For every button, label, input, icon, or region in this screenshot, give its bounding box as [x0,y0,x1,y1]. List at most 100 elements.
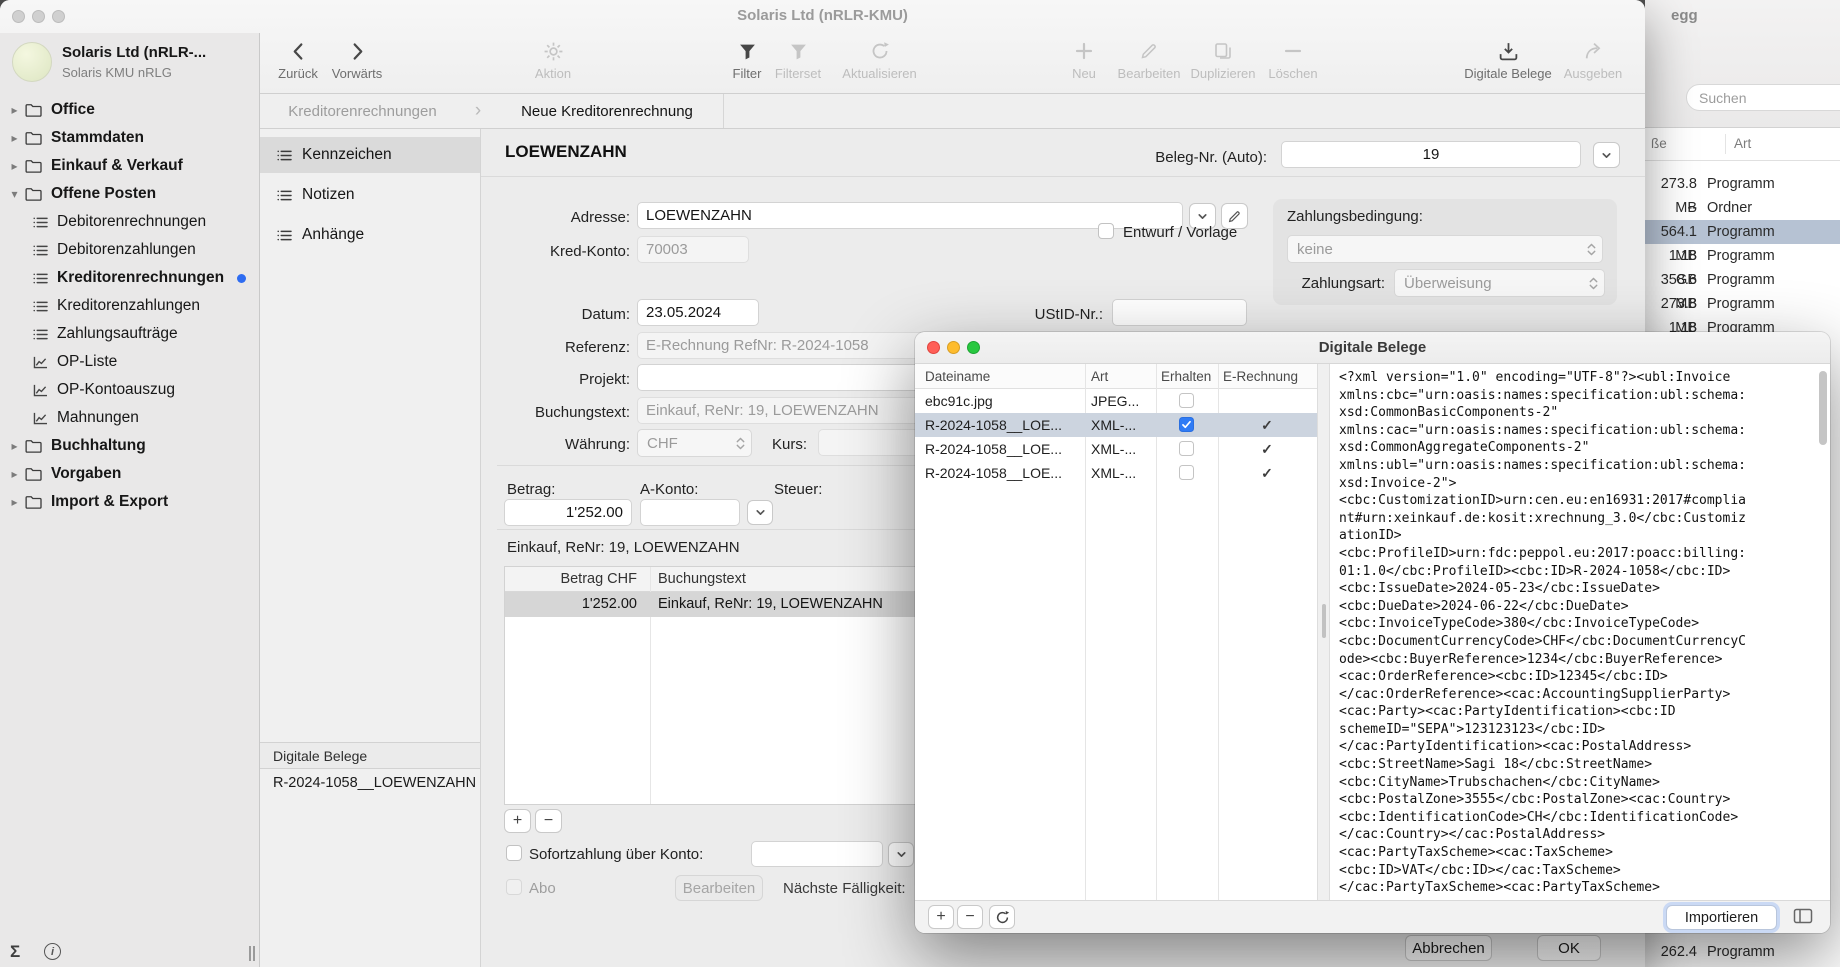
sidebar-item-zahlungsauftraege[interactable]: Zahlungsaufträge [0,320,259,348]
refresh-button[interactable] [989,905,1015,929]
sidebar-resize-handle[interactable] [249,946,255,961]
entwurf-vorlage-checkbox[interactable] [1098,223,1114,239]
table-row[interactable]: R-2024-1058__LOE... XML-... [915,461,1317,485]
toolbar-button-digitale-belege[interactable]: Digitale Belege [1453,38,1563,81]
remove-file-button[interactable] [957,905,983,929]
file-row-selected[interactable]: 564.1 MBProgramm [1645,220,1840,244]
button-label: Importieren [1685,910,1758,926]
file-row[interactable]: 1.18 GBProgramm [1645,244,1840,268]
file-row[interactable]: --Ordner [1645,196,1840,220]
background-window-title: egg [1671,7,1698,24]
sidebar-item-op-kontoauszug[interactable]: OP-Kontoauszug [0,376,259,404]
add-file-button[interactable] [928,905,954,929]
add-position-button[interactable] [504,809,531,833]
sidebar-item-debitorenrechnungen[interactable]: Debitorenrechnungen [0,208,259,236]
section-item-notizen[interactable]: Notizen [260,177,480,213]
column-dateiname[interactable]: Dateiname [925,364,990,389]
zahlungsbedingung-group: Zahlungsbedingung: keine Zahlungsart: Üb… [1273,199,1617,305]
unsaved-indicator-dot [237,274,246,283]
abo-checkbox[interactable] [506,879,522,895]
disclosure-triangle-icon[interactable] [6,495,23,509]
bearbeiten-button[interactable]: Bearbeiten [675,875,763,901]
section-item-kennzeichen[interactable]: Kennzeichen [260,137,480,173]
sidebar-item-kreditorenzahlungen[interactable]: Kreditorenzahlungen [0,292,259,320]
column-art[interactable]: Art [1734,136,1751,151]
a-konto-field[interactable] [640,499,740,526]
section-item-anhaenge[interactable]: Anhänge [260,217,480,253]
disclosure-triangle-icon[interactable] [6,467,23,481]
beleg-nr-dropdown-button[interactable] [1593,142,1620,168]
file-row[interactable]: 273.8 MBProgramm [1645,292,1840,316]
betrag-field[interactable]: 1'252.00 [504,499,632,526]
column-erhalten[interactable]: Erhalten [1161,364,1211,389]
zahlungsbedingung-label: Zahlungsbedingung: [1287,208,1423,225]
remove-position-button[interactable] [535,809,562,833]
erhalten-checkbox[interactable] [1179,393,1194,408]
table-row[interactable]: R-2024-1058__LOE... XML-... [915,437,1317,461]
erhalten-checkbox[interactable] [1179,465,1194,480]
sofortzahlung-dropdown-button[interactable] [888,842,914,867]
file-row[interactable]: 273.8 MBProgramm [1645,172,1840,196]
cancel-button[interactable]: Abbrechen [1405,935,1492,961]
sidebar-item-buchhaltung[interactable]: Buchhaltung [0,432,259,460]
ustid-field[interactable] [1112,299,1247,326]
toolbar-button-filterset[interactable]: Filterset [760,38,836,81]
sofortzahlung-konto-field[interactable] [751,841,883,867]
sidebar-item-office[interactable]: Office [0,96,259,124]
column-buchungstext[interactable]: Buchungstext [658,567,746,592]
zahlungsbedingung-select[interactable]: keine [1287,235,1603,263]
beleg-nr-field[interactable]: 19 [1281,141,1581,168]
dialog-footer: Importieren [915,900,1830,933]
column-betrag-chf[interactable]: Betrag CHF [505,567,645,592]
toolbar-button-bearbeiten[interactable]: Bearbeiten [1107,38,1191,81]
disclosure-triangle-icon[interactable] [6,187,23,201]
sidebar-item-vorgaben[interactable]: Vorgaben [0,460,259,488]
disclosure-triangle-icon[interactable] [6,159,23,173]
toolbar-button-loeschen[interactable]: Löschen [1251,38,1335,81]
sidebar-item-import-export[interactable]: Import & Export [0,488,259,516]
sidebar-item-offene-posten[interactable]: Offene Posten [0,180,259,208]
erhalten-checkbox-checked[interactable] [1179,417,1194,432]
table-row[interactable]: ebc91c.jpg JPEG... [915,389,1317,413]
zahlungsart-select[interactable]: Überweisung [1394,269,1605,297]
sidebar-item-debitorenzahlungen[interactable]: Debitorenzahlungen [0,236,259,264]
info-icon[interactable] [44,943,61,960]
betrag-value: 1'252.00 [566,504,623,521]
tab-kreditorenrechnungen[interactable]: Kreditorenrechnungen [260,103,465,120]
sidebar-item-einkauf-verkauf[interactable]: Einkauf & Verkauf [0,152,259,180]
sidebar-item-op-liste[interactable]: OP-Liste [0,348,259,376]
sidebar-item-stammdaten[interactable]: Stammdaten [0,124,259,152]
import-button[interactable]: Importieren [1666,905,1777,930]
search-input[interactable]: Suchen [1686,84,1840,111]
sofortzahlung-checkbox[interactable] [506,845,522,861]
file-row[interactable]: 262.4 MBProgramm [1645,940,1840,964]
folder-icon [23,187,45,201]
column-e-rechnung[interactable]: E-Rechnung [1223,364,1298,389]
a-konto-dropdown-button[interactable] [747,500,773,525]
disclosure-triangle-icon[interactable] [6,439,23,453]
avatar[interactable] [12,42,52,82]
naechste-faelligkeit-label: Nächste Fälligkeit: [783,880,906,897]
panel-toggle-icon[interactable] [1793,908,1813,924]
sidebar-item-kreditorenrechnungen[interactable]: Kreditorenrechnungen [0,264,259,292]
erhalten-checkbox[interactable] [1179,441,1194,456]
toolbar-button-ausgeben[interactable]: Ausgeben [1553,38,1633,81]
toolbar-button-aktualisieren[interactable]: Aktualisieren [832,38,927,81]
column-size[interactable]: ße [1651,136,1667,151]
scrollbar-thumb[interactable] [1819,371,1827,445]
ok-button[interactable]: OK [1537,935,1601,961]
table-row-selected[interactable]: R-2024-1058__LOE... XML-... [915,413,1317,437]
disclosure-triangle-icon[interactable] [6,103,23,117]
column-art[interactable]: Art [1091,364,1108,389]
sidebar-item-mahnungen[interactable]: Mahnungen [0,404,259,432]
sum-icon[interactable] [10,942,20,962]
splitter-handle[interactable] [1322,604,1326,638]
file-row[interactable]: 358.6 MBProgramm [1645,268,1840,292]
datum-field[interactable]: 23.05.2024 [637,299,759,326]
toolbar-button-aktion[interactable]: Aktion [513,38,593,81]
disclosure-triangle-icon[interactable] [6,131,23,145]
tab-neue-kreditorenrechnung[interactable]: Neue Kreditorenrechnung [491,103,723,120]
splitter[interactable] [1317,364,1330,900]
digitale-belege-file[interactable]: R-2024-1058__LOEWENZAHN... [273,775,475,791]
toolbar-button-vorwaerts[interactable]: Vorwärts [317,38,397,81]
